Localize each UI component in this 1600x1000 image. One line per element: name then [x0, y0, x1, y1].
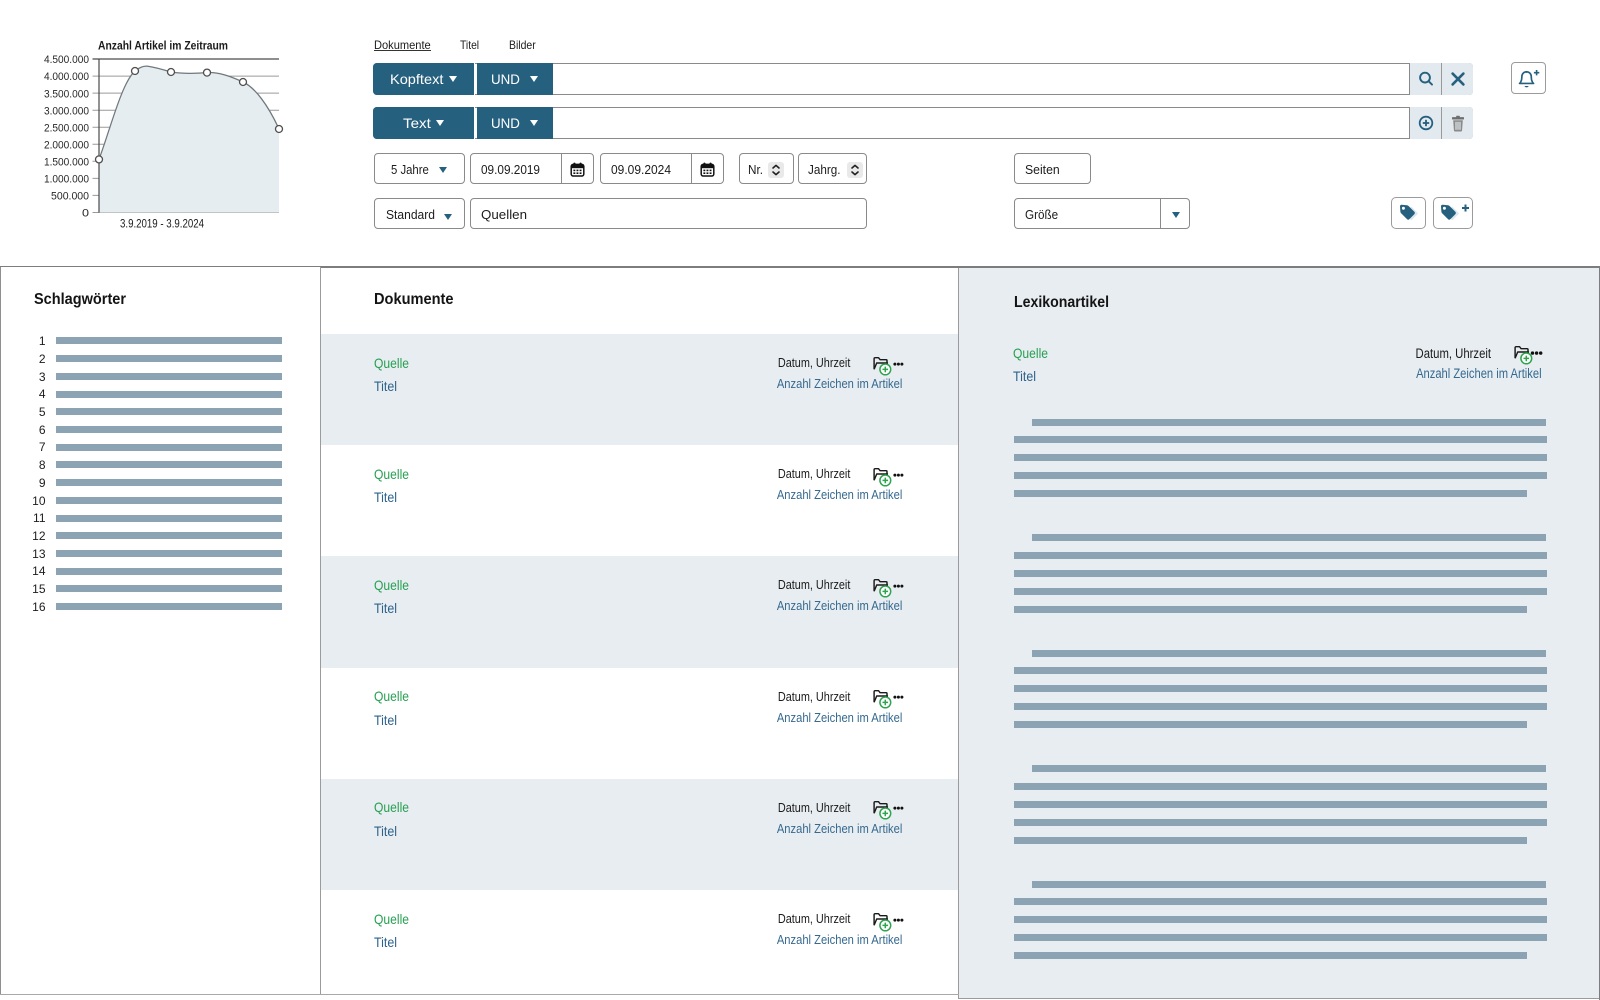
svg-text:Anzahl Artikel im Zeitraum: Anzahl Artikel im Zeitraum	[98, 39, 228, 53]
svg-text:2.500.000: 2.500.000	[44, 122, 89, 134]
svg-text:1.500.000: 1.500.000	[44, 157, 89, 169]
svg-text:3.000.000: 3.000.000	[44, 105, 89, 117]
svg-text:3.9.2019 - 3.9.2024: 3.9.2019 - 3.9.2024	[120, 219, 205, 231]
svg-text:3.500.000: 3.500.000	[44, 88, 89, 100]
svg-text:500.000: 500.000	[51, 191, 89, 203]
svg-text:4.500.000: 4.500.000	[44, 54, 89, 66]
svg-text:2.000.000: 2.000.000	[44, 139, 89, 151]
svg-text:1.000.000: 1.000.000	[44, 174, 89, 186]
svg-text:0: 0	[82, 208, 89, 220]
svg-text:4.000.000: 4.000.000	[44, 71, 89, 83]
